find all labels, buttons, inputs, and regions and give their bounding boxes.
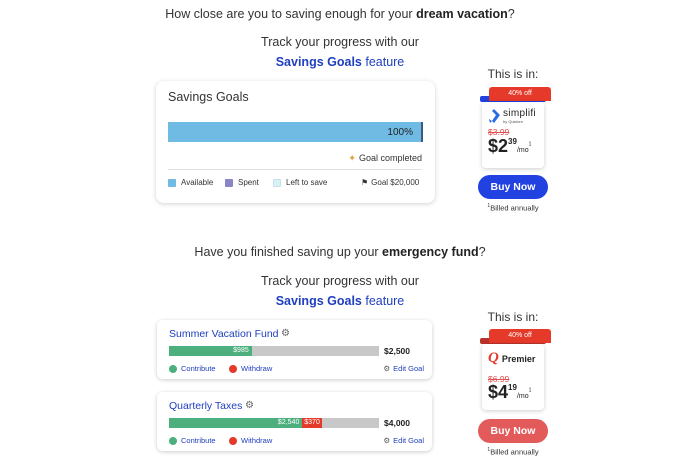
spent-segment: $370 <box>302 418 322 428</box>
goal-name[interactable]: Quarterly Taxes <box>169 400 242 412</box>
billed-annually-note: 1Billed annually <box>487 203 539 213</box>
legend-swatch-available <box>168 178 176 187</box>
promo-title-premier: This is in: <box>487 310 539 324</box>
quicken-q-icon: Q <box>488 350 499 366</box>
savings-goals-feature-link-2[interactable]: Savings Goals feature <box>0 294 680 308</box>
discount-badge: 40% off <box>489 329 551 343</box>
new-price: $239/mo1 <box>488 136 532 156</box>
edit-goal-link[interactable]: ⚙ Edit Goal <box>383 364 424 373</box>
gear-icon: ⚙ <box>383 364 391 373</box>
billed-annually-note: 1Billed annually <box>487 447 539 457</box>
emergency-question-bold: emergency fund <box>382 245 479 259</box>
edit-goal-link[interactable]: ⚙ Edit Goal <box>383 436 424 445</box>
gear-icon: ⚙ <box>383 436 391 445</box>
savings-goals-card: Savings Goals 100% ✦ Goal completed Avail… <box>156 81 435 203</box>
contribute-link[interactable]: Contribute <box>169 364 216 373</box>
withdraw-dot-icon <box>229 436 237 445</box>
savings-goals-feature-link[interactable]: Savings Goals feature <box>0 55 680 69</box>
legend-swatch-spent <box>225 178 233 187</box>
buy-now-premier-button[interactable]: Buy Now <box>478 419 548 443</box>
goal-card-summer-vacation: Summer Vacation Fund ⚙ $985 $2,500 Contr… <box>157 320 432 379</box>
party-popper-icon: ✦ <box>348 153 356 163</box>
saved-segment: $2,540 <box>169 418 303 428</box>
quicken-premier-logo: Q Premier <box>488 350 536 366</box>
emergency-question: Have you finished saving up your emergen… <box>194 245 486 259</box>
withdraw-link[interactable]: Withdraw <box>229 436 272 445</box>
legend-swatch-left <box>273 178 281 187</box>
legend-spent: Spent <box>225 178 259 187</box>
contribute-link[interactable]: Contribute <box>169 436 216 445</box>
simplifi-product-box: simplifi by Quicken $3.99 $239/mo1 <box>482 102 544 168</box>
progress-percent: 100% <box>387 127 413 138</box>
vacation-question-bold: dream vacation <box>416 7 508 21</box>
contribute-dot-icon <box>169 364 177 373</box>
discount-badge: 40% off <box>489 87 551 101</box>
gear-icon[interactable]: ⚙ <box>281 328 290 339</box>
saved-segment: $985 <box>169 346 252 356</box>
legend-left-to-save: Left to save <box>273 178 327 187</box>
withdraw-dot-icon <box>229 364 237 373</box>
flag-icon: ⚑ <box>361 178 369 187</box>
card-divider <box>168 169 422 170</box>
track-progress-text: Track your progress with our <box>261 35 419 49</box>
withdraw-link[interactable]: Withdraw <box>229 364 272 373</box>
goal-progress-bar: $985 <box>169 346 379 356</box>
contribute-dot-icon <box>169 436 177 445</box>
premier-product-box: Q Premier $6.99 $419/mo1 <box>482 344 544 410</box>
goal-amount: ⚑ Goal $20,000 <box>361 178 420 187</box>
gear-icon[interactable]: ⚙ <box>245 400 254 411</box>
simplifi-logo: simplifi by Quicken <box>488 108 536 124</box>
goal-total: $2,500 <box>384 346 410 356</box>
legend-available: Available <box>168 178 213 187</box>
buy-now-simplifi-button[interactable]: Buy Now <box>478 175 548 199</box>
card-title: Savings Goals <box>168 90 249 104</box>
goal-card-quarterly-taxes: Quarterly Taxes ⚙ $2,540 $370 $4,000 Con… <box>157 392 432 451</box>
track-progress-text-2: Track your progress with our <box>261 274 419 288</box>
savings-progress-bar <box>168 122 422 142</box>
goal-total: $4,000 <box>384 418 410 428</box>
goal-status: ✦ Goal completed <box>348 153 422 163</box>
goal-name[interactable]: Summer Vacation Fund <box>169 328 279 340</box>
progress-bar-end-marker <box>421 122 423 142</box>
vacation-question: How close are you to saving enough for y… <box>165 7 515 21</box>
goal-progress-bar: $2,540 $370 <box>169 418 379 428</box>
simplifi-logo-icon <box>489 109 500 123</box>
new-price: $419/mo1 <box>488 382 532 402</box>
promo-title-simplifi: This is in: <box>487 67 539 81</box>
